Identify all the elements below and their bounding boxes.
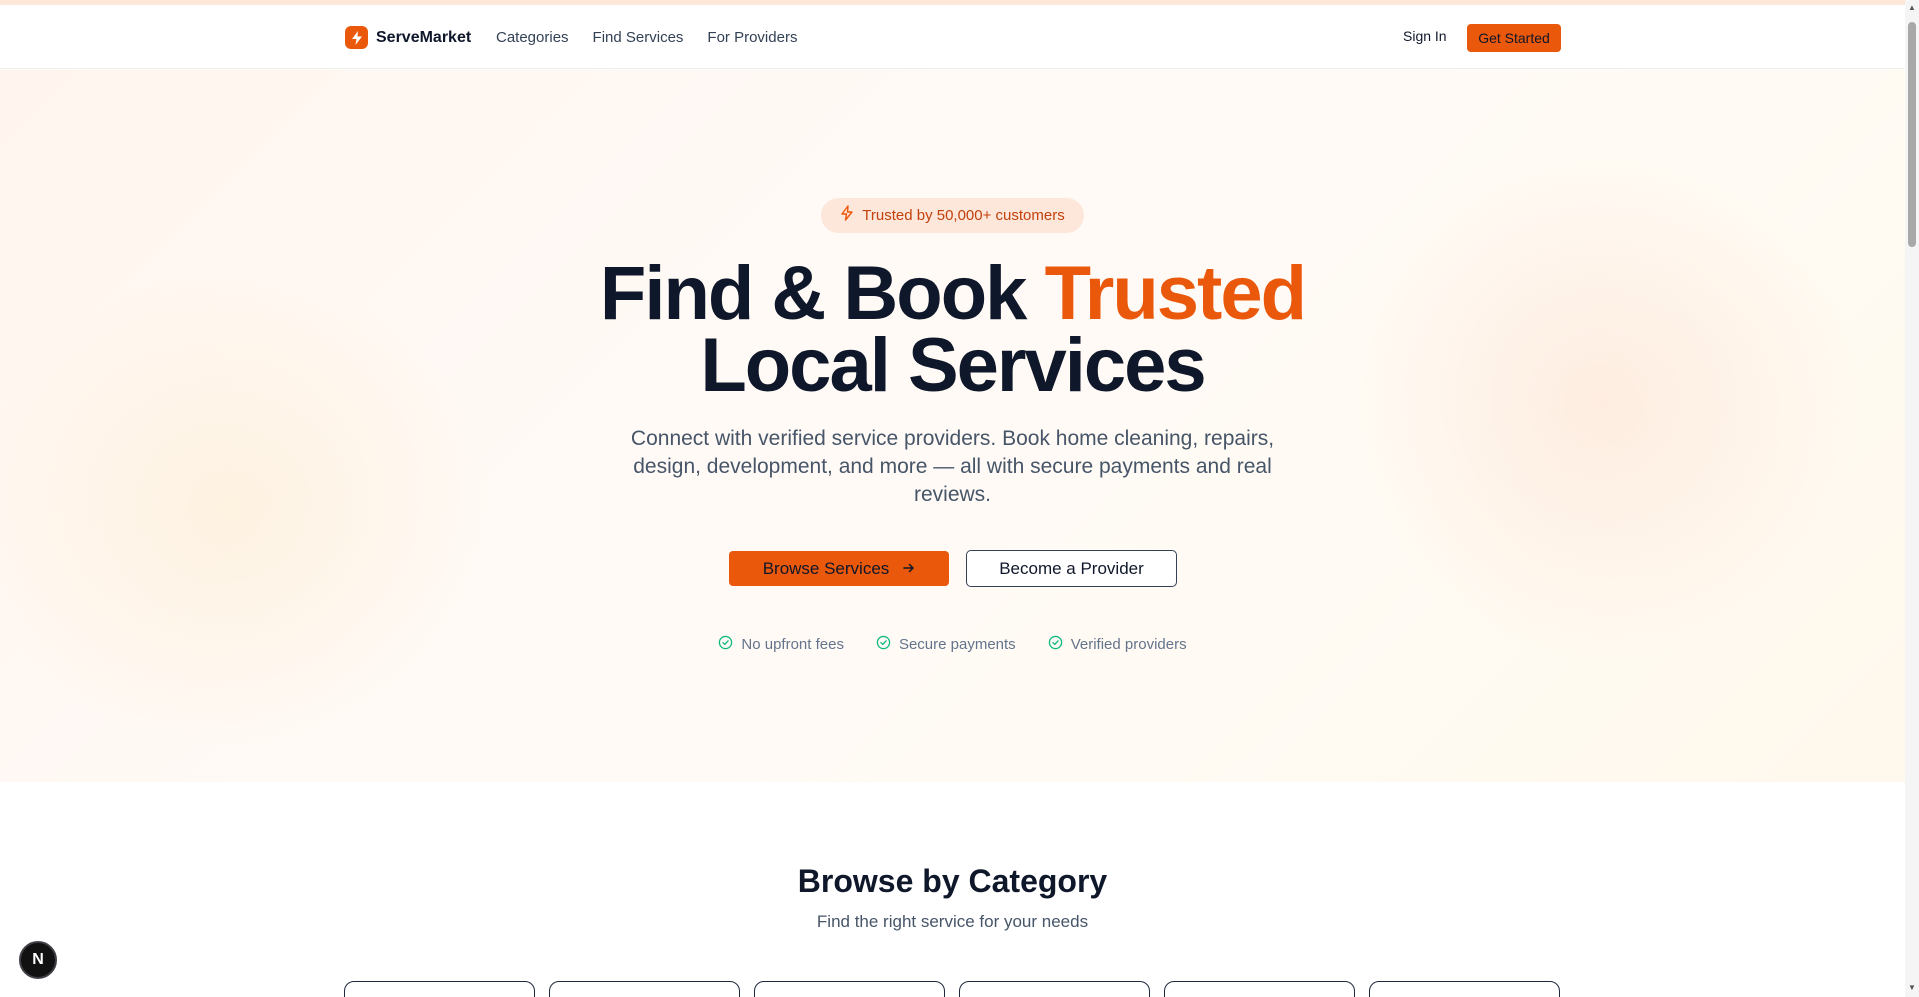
- become-provider-button[interactable]: Become a Provider: [966, 550, 1177, 587]
- arrow-right-icon: [903, 559, 915, 579]
- hero-subtext: Connect with verified service providers.…: [630, 427, 1275, 506]
- browse-services-label: Browse Services: [762, 558, 890, 578]
- lightning-icon: [840, 205, 854, 226]
- hero-features: No upfront fees Secure payments Verified…: [0, 635, 1905, 654]
- scroll-up-icon[interactable]: ▲: [1908, 4, 1916, 12]
- nav-link-find-services[interactable]: Find Services: [593, 29, 684, 46]
- trust-badge: Trusted by 50,000+ customers: [821, 198, 1084, 233]
- category-card[interactable]: [959, 981, 1150, 997]
- feature-item: Verified providers: [1048, 635, 1187, 654]
- feature-label: Secure payments: [898, 636, 1016, 653]
- headline-line2: Local Services: [700, 323, 1206, 408]
- nav-link-categories[interactable]: Categories: [496, 29, 569, 46]
- lightning-logo-icon: [345, 26, 368, 49]
- dev-tools-indicator[interactable]: N: [19, 941, 57, 979]
- category-card[interactable]: [344, 981, 535, 997]
- hero-headline: Find & Book Trusted Local Services: [0, 256, 1905, 404]
- hero-section: Trusted by 50,000+ customers Find & Book…: [0, 70, 1905, 782]
- brand-name: ServeMarket: [376, 28, 472, 46]
- sign-in-link[interactable]: Sign In: [1403, 28, 1447, 44]
- nav-link-for-providers[interactable]: For Providers: [707, 29, 797, 46]
- category-cards: [344, 981, 1560, 997]
- feature-label: Verified providers: [1070, 636, 1187, 653]
- feature-item: Secure payments: [876, 635, 1016, 654]
- category-card[interactable]: [1164, 981, 1355, 997]
- category-section-title: Browse by Category: [797, 863, 1108, 899]
- scroll-down-icon[interactable]: ▼: [1908, 984, 1916, 992]
- category-card[interactable]: [549, 981, 740, 997]
- scrollbar-thumb[interactable]: [1908, 22, 1916, 247]
- category-card[interactable]: [754, 981, 945, 997]
- feature-item: No upfront fees: [718, 635, 844, 654]
- brand[interactable]: ServeMarket: [345, 26, 471, 49]
- feature-label: No upfront fees: [741, 636, 844, 653]
- get-started-button[interactable]: Get Started: [1467, 24, 1561, 52]
- check-circle-icon: [876, 635, 891, 654]
- top-navbar: ServeMarket Categories Find Services For…: [0, 5, 1905, 69]
- browse-services-button[interactable]: Browse Services: [729, 551, 949, 586]
- category-card[interactable]: [1369, 981, 1560, 997]
- vertical-scrollbar[interactable]: ▲ ▼: [1905, 0, 1919, 997]
- trust-badge-text: Trusted by 50,000+ customers: [862, 207, 1065, 224]
- check-circle-icon: [718, 635, 733, 654]
- category-section-subtitle: Find the right service for your needs: [816, 912, 1089, 931]
- nav-links: Categories Find Services For Providers: [496, 29, 797, 46]
- check-circle-icon: [1048, 635, 1063, 654]
